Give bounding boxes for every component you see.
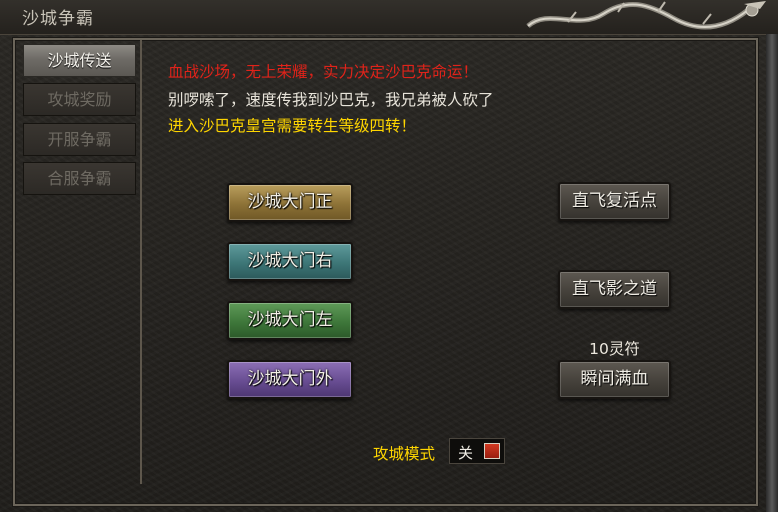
siege-mode-value: 关 <box>458 444 474 462</box>
sidebar: 沙城传送 攻城奖励 开服争霸 合服争霸 <box>15 40 142 484</box>
full-hp-cost-label: 10灵符 <box>589 340 640 358</box>
tab-siege-rewards[interactable]: 攻城奖励 <box>23 83 136 116</box>
siege-mode-checkbox[interactable] <box>484 443 500 459</box>
gate-outer-button[interactable]: 沙城大门外 <box>227 360 353 399</box>
message-white: 别啰嗦了，速度传我到沙巴克，我兄弟被人砍了 <box>168 91 494 109</box>
gate-left-button[interactable]: 沙城大门左 <box>227 301 353 340</box>
game-window: 沙城争霸 沙城传送 攻城奖励 开服争霸 合服争霸 血战沙场，无上荣耀，实力决定沙… <box>0 0 778 512</box>
main-content: 血战沙场，无上荣耀，实力决定沙巴克命运！ 别啰嗦了，速度传我到沙巴克，我兄弟被人… <box>142 40 752 484</box>
dragon-ornament-icon <box>526 1 766 30</box>
fly-shadow-path-button[interactable]: 直飞影之道 <box>558 270 671 309</box>
window-right-edge <box>766 34 778 512</box>
window-title: 沙城争霸 <box>22 9 94 29</box>
message-red: 血战沙场，无上荣耀，实力决定沙巴克命运！ <box>168 63 479 81</box>
gate-right-button[interactable]: 沙城大门右 <box>227 242 353 281</box>
tab-sand-city-teleport[interactable]: 沙城传送 <box>23 44 136 77</box>
siege-mode-toggle[interactable]: 关 <box>449 438 505 464</box>
instant-full-hp-button[interactable]: 瞬间满血 <box>558 360 671 399</box>
tab-server-open-contest[interactable]: 开服争霸 <box>23 123 136 156</box>
fly-respawn-button[interactable]: 直飞复活点 <box>558 182 671 221</box>
tab-server-merge-contest[interactable]: 合服争霸 <box>23 162 136 195</box>
title-bar[interactable]: 沙城争霸 <box>0 0 778 35</box>
siege-mode-label: 攻城模式 <box>373 445 436 463</box>
message-yellow: 进入沙巴克皇宫需要转生等级四转！ <box>168 117 417 135</box>
gate-front-button[interactable]: 沙城大门正 <box>227 183 353 222</box>
